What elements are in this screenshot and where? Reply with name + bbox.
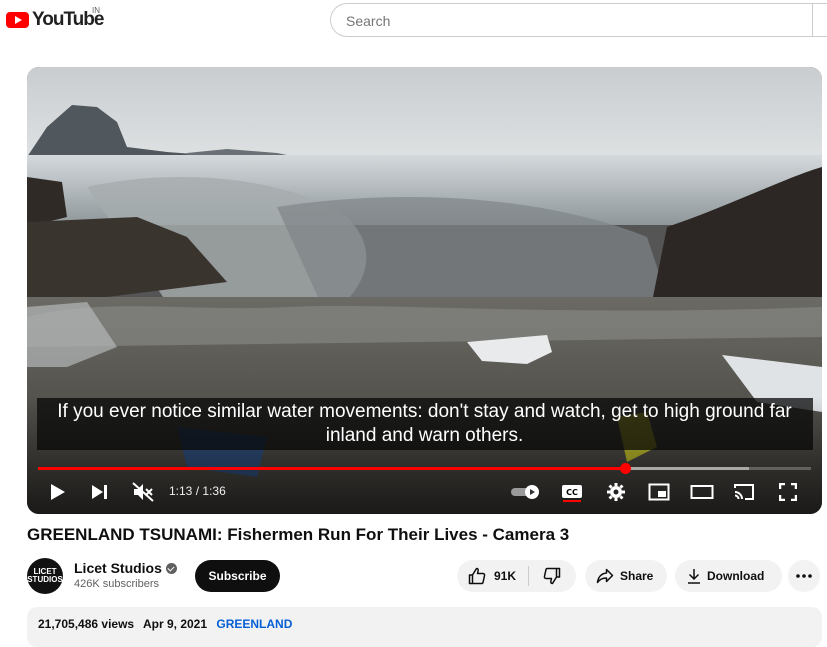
- avatar-text-line-2: STUDIOS: [27, 575, 63, 584]
- time-total: 1:36: [202, 484, 226, 498]
- search-input[interactable]: [344, 12, 808, 30]
- time-separator: /: [195, 484, 200, 498]
- subtitle-overlay: If you ever notice similar water movemen…: [27, 398, 822, 450]
- thumbs-up-icon: [468, 567, 486, 585]
- channel-avatar[interactable]: LICET STUDIOS: [27, 558, 63, 594]
- more-horizontal-icon: [796, 574, 812, 578]
- autoplay-toggle[interactable]: [509, 474, 543, 510]
- thumbs-down-icon: [543, 567, 561, 585]
- subscriber-count: 426K subscribers: [74, 578, 159, 590]
- cast-button[interactable]: [729, 474, 759, 510]
- share-label: Share: [620, 569, 654, 583]
- download-button[interactable]: Download: [675, 560, 782, 592]
- like-dislike-group: 91K: [457, 560, 576, 592]
- mute-icon: [132, 482, 154, 502]
- verified-badge-icon: [165, 563, 177, 574]
- subtitle-text: If you ever notice similar water movemen…: [36, 398, 813, 450]
- cast-icon: [734, 484, 754, 500]
- next-button[interactable]: [85, 474, 115, 510]
- search-divider: [812, 4, 813, 36]
- masthead: YouTube IN: [0, 0, 827, 40]
- time-current: 1:13: [169, 484, 193, 498]
- youtube-play-logo-icon: [6, 12, 29, 28]
- captions-icon: CC: [562, 485, 582, 502]
- play-icon: [51, 484, 65, 500]
- player-controls: 1:13 / 1:36 CC: [27, 474, 822, 510]
- video-player[interactable]: If you ever notice similar water movemen…: [27, 67, 822, 514]
- description-meta: 21,705,486 views Apr 9, 2021 GREENLAND: [38, 617, 298, 631]
- video-title: GREENLAND TSUNAMI: Fishermen Run For The…: [27, 525, 570, 544]
- upload-date: Apr 9, 2021: [142, 617, 208, 631]
- autoplay-toggle-icon: [511, 485, 539, 499]
- region-code: IN: [92, 6, 100, 15]
- view-count: 21,705,486 views: [38, 617, 135, 631]
- search-box[interactable]: [330, 3, 827, 37]
- youtube-logo[interactable]: YouTube: [6, 9, 104, 31]
- next-icon: [92, 485, 107, 499]
- captions-button[interactable]: CC: [557, 474, 587, 510]
- mute-button[interactable]: [127, 474, 159, 510]
- play-button[interactable]: [43, 474, 73, 510]
- channel-name-row[interactable]: Licet Studios: [74, 560, 177, 576]
- subscribe-button[interactable]: Subscribe: [195, 560, 280, 592]
- theater-mode-icon: [690, 485, 714, 499]
- more-actions-button[interactable]: [788, 560, 820, 592]
- download-label: Download: [707, 569, 765, 583]
- miniplayer-icon: [648, 483, 670, 501]
- played-bar: [38, 467, 626, 470]
- fullscreen-icon: [779, 483, 797, 501]
- miniplayer-button[interactable]: [644, 474, 674, 510]
- svg-text:CC: CC: [566, 488, 578, 497]
- share-arrow-icon: [596, 568, 614, 584]
- dislike-button[interactable]: [529, 560, 575, 592]
- like-button[interactable]: 91K: [457, 560, 528, 592]
- progress-bar[interactable]: [38, 463, 811, 474]
- download-icon: [688, 569, 700, 584]
- description-box[interactable]: 21,705,486 views Apr 9, 2021 GREENLAND: [27, 607, 822, 647]
- channel-name[interactable]: Licet Studios: [74, 560, 162, 576]
- hashtag-link[interactable]: GREENLAND: [216, 617, 292, 631]
- share-button[interactable]: Share: [585, 560, 667, 592]
- time-display: 1:13 / 1:36: [169, 484, 226, 498]
- theater-mode-button[interactable]: [686, 474, 718, 510]
- settings-button[interactable]: [601, 474, 631, 510]
- fullscreen-button[interactable]: [773, 474, 803, 510]
- settings-icon: [607, 483, 625, 501]
- like-count: 91K: [494, 569, 517, 583]
